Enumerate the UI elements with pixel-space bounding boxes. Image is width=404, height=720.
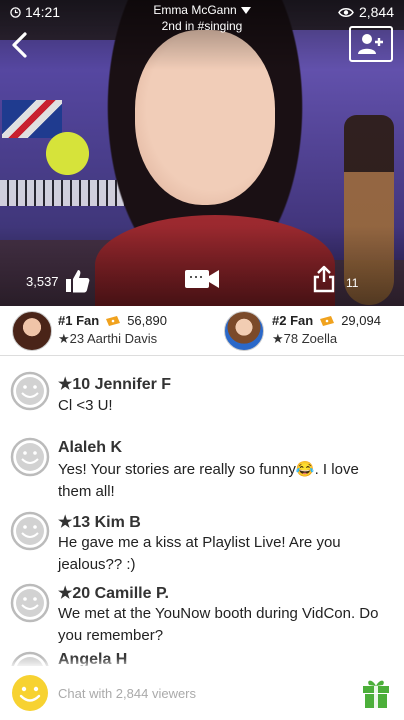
viewer-count: 2,844	[338, 4, 394, 20]
fan-rank-label: #1 Fan	[58, 313, 100, 328]
channel-name: Emma McGann	[153, 3, 237, 17]
like-count: 3,537	[26, 273, 59, 289]
avatar[interactable]	[12, 311, 52, 351]
smiley-face-icon[interactable]	[10, 583, 50, 623]
channel-rank[interactable]: 2nd in #singing	[0, 19, 404, 33]
fan-username: ★78 Zoella	[272, 331, 338, 346]
fan-username: ★23 Aarthi Davis	[58, 331, 158, 346]
share-icon[interactable]	[312, 265, 336, 293]
message-author[interactable]: ★20 Camille P.	[58, 583, 169, 603]
gift-icon[interactable]	[362, 677, 390, 709]
message-author[interactable]: ★13 Kim B	[58, 512, 141, 532]
smiley-face-icon[interactable]	[10, 437, 50, 477]
fan-bars: 56,890	[127, 313, 167, 328]
fan-rank-row: #2 Fan 29,094	[272, 313, 381, 328]
smiley-face-icon[interactable]	[10, 511, 50, 551]
message-author[interactable]: Angela H	[58, 651, 127, 666]
add-user-button[interactable]	[349, 26, 393, 62]
thumbs-up-icon[interactable]	[65, 268, 91, 294]
top-fan-1[interactable]: #1 Fan 56,890 ★23 Aarthi Davis	[0, 306, 202, 356]
share-count: 11	[346, 276, 359, 290]
viewer-count-text: 2,844	[358, 4, 394, 20]
smiley-face-icon[interactable]	[10, 651, 50, 666]
ticket-icon	[320, 315, 335, 326]
chevron-down-icon[interactable]	[240, 6, 251, 14]
smiley-face-icon[interactable]	[10, 371, 50, 411]
emoji-icon[interactable]	[11, 674, 49, 712]
chat-composer	[0, 666, 404, 720]
message-text: We met at the YouNow booth during VidCon…	[58, 605, 379, 644]
top-fan-2[interactable]: #2 Fan 29,094 ★78 Zoella	[202, 306, 404, 356]
ticket-icon	[106, 315, 121, 326]
message-text: He gave me a kiss at Playlist Live! Are …	[58, 534, 341, 573]
message-author[interactable]: Alaleh K	[58, 439, 122, 457]
like-control[interactable]: 3,537	[26, 268, 91, 294]
fan-bars: 29,094	[341, 313, 381, 328]
chat-input[interactable]	[58, 683, 338, 703]
fan-rank-row: #1 Fan 56,890	[58, 313, 167, 328]
eye-icon	[338, 7, 354, 17]
message-author[interactable]: ★10 Jennifer F	[58, 374, 171, 394]
top-fans-bar: #1 Fan 56,890 ★23 Aarthi Davis #2 Fan 29…	[0, 306, 404, 356]
add-user-icon	[358, 34, 383, 54]
chat-list[interactable]: ★10 Jennifer F Cl <3 U! Alaleh K Yes! Yo…	[0, 357, 404, 666]
video-camera-icon[interactable]	[184, 263, 220, 293]
message-text: Yes! Your stories are really so funny😂. …	[58, 461, 359, 500]
plush-toy	[40, 115, 95, 185]
avatar[interactable]	[224, 311, 264, 351]
video-stream[interactable]: 14:21 Emma McGann 2nd in #singing 2,844 …	[0, 0, 404, 306]
back-icon[interactable]	[8, 31, 30, 59]
fan-rank-label: #2 Fan	[272, 313, 314, 328]
message-text: Cl <3 U!	[58, 397, 113, 414]
